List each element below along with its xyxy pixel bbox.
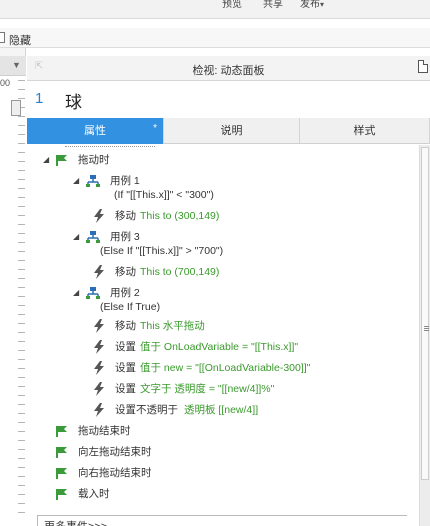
event-label: 载入时 [78,488,110,500]
hide-label: 隐藏 [9,35,31,47]
inspector-header: ⇱ 检视: 动态面板 [27,56,430,81]
expand-arrow-icon[interactable]: ◢ [73,172,79,190]
action-detail: 透明板 [[new/4]] [184,404,259,416]
chevron-down-icon: ▼ [12,60,21,70]
event-label: 向左拖动结束时 [78,446,152,458]
more-events-dropdown[interactable]: 更多事件>>> [37,515,407,526]
expand-arrow-icon[interactable]: ◢ [43,151,49,169]
action-detail: This to (300,149) [140,210,220,222]
inspector-title: 检视: 动态面板 [192,65,265,77]
tab-notes-label: 说明 [220,125,243,137]
chevron-down-icon: ▾ [320,0,325,9]
vertical-ruler: 00 [0,76,26,526]
modified-marker: * [153,123,157,134]
action-verb: 设置 [115,362,136,374]
lightning-icon [94,319,104,333]
action-verb: 移动 [115,320,136,332]
scrollbar-thumb[interactable] [421,147,429,480]
event-flag-icon [56,468,67,479]
top-toolbar: 预览 共享 发布▾ [0,0,430,19]
inspector-panel: ⇱ 检视: 动态面板 1 球 属性 * 说明 样式 ◢ 拖动时 ◢ 用例 1 (… [27,48,430,526]
action-detail: This to (700,149) [140,266,220,278]
ruler-number: 00 [0,78,11,88]
tab-notes[interactable]: 说明 [164,118,300,144]
action-detail: This 水平拖动 [140,320,205,332]
lightning-icon [94,340,104,354]
lightning-icon [94,403,104,417]
event-flag-icon [56,447,67,458]
lightning-icon [94,382,104,396]
clipped-item [65,145,155,147]
interactions-list: ◢ 拖动时 ◢ 用例 1 (If "[[This.x]]" < "300") 移… [27,145,419,526]
publish-button[interactable]: 发布▾ [300,0,324,10]
case-condition: (Else If "[[This.x]]" > "700") [100,245,224,257]
inspector-tabs: 属性 * 说明 样式 [27,118,430,144]
expand-arrow-icon[interactable]: ◢ [73,228,79,246]
hide-row: 隐藏 [0,28,430,48]
left-strip: ▼ 00 [0,48,26,526]
action-verb: 移动 [115,266,136,278]
lightning-icon [94,209,104,223]
action-detail: 值于 new = "[[OnLoadVariable-300]]" [140,362,311,374]
case-icon [86,287,100,299]
event-flag-icon [56,155,67,166]
lightning-icon [94,361,104,375]
preview-button[interactable]: 预览 [222,0,242,10]
ruler-handle[interactable] [11,100,21,116]
ruler-ticks [18,80,25,520]
case-icon [86,231,100,243]
event-label: 拖动结束时 [78,425,131,437]
vertical-scrollbar[interactable] [419,145,430,526]
action-verb: 移动 [115,210,136,222]
lightning-icon [94,265,104,279]
event-flag-icon [56,489,67,500]
action-verb: 设置 [115,341,136,353]
grip-icon [424,326,429,332]
widget-name-row: 1 球 [27,82,430,117]
more-events-label: 更多事件>>> [44,518,107,526]
action-verb: 设置 [115,383,136,395]
case-icon [86,175,100,187]
tab-style-label: 样式 [353,125,376,137]
case-condition: (Else If True) [100,301,161,313]
action-verb: 设置不透明于 [115,404,178,416]
tab-style[interactable]: 样式 [300,118,430,144]
tab-properties[interactable]: 属性 * [27,118,164,144]
action-detail: 值于 OnLoadVariable = "[[This.x]]" [140,341,299,353]
event-label: 向右拖动结束时 [78,467,152,479]
left-dropdown[interactable]: ▼ [0,56,26,76]
action-detail: 文字于 透明度 = "[[new/4]]%" [140,383,275,395]
publish-label: 发布 [300,0,320,10]
expand-arrow-icon[interactable]: ◢ [73,284,79,302]
event-label: 拖动时 [78,154,110,166]
tab-properties-label: 属性 [84,125,106,137]
case-condition: (If "[[This.x]]" < "300") [114,189,214,201]
document-icon[interactable] [418,60,428,73]
share-button[interactable]: 共享 [263,0,283,10]
widget-index: 1 [35,90,44,107]
event-flag-icon [56,426,67,437]
hide-checkbox[interactable] [0,32,5,43]
widget-name-field[interactable]: 球 [65,88,82,113]
